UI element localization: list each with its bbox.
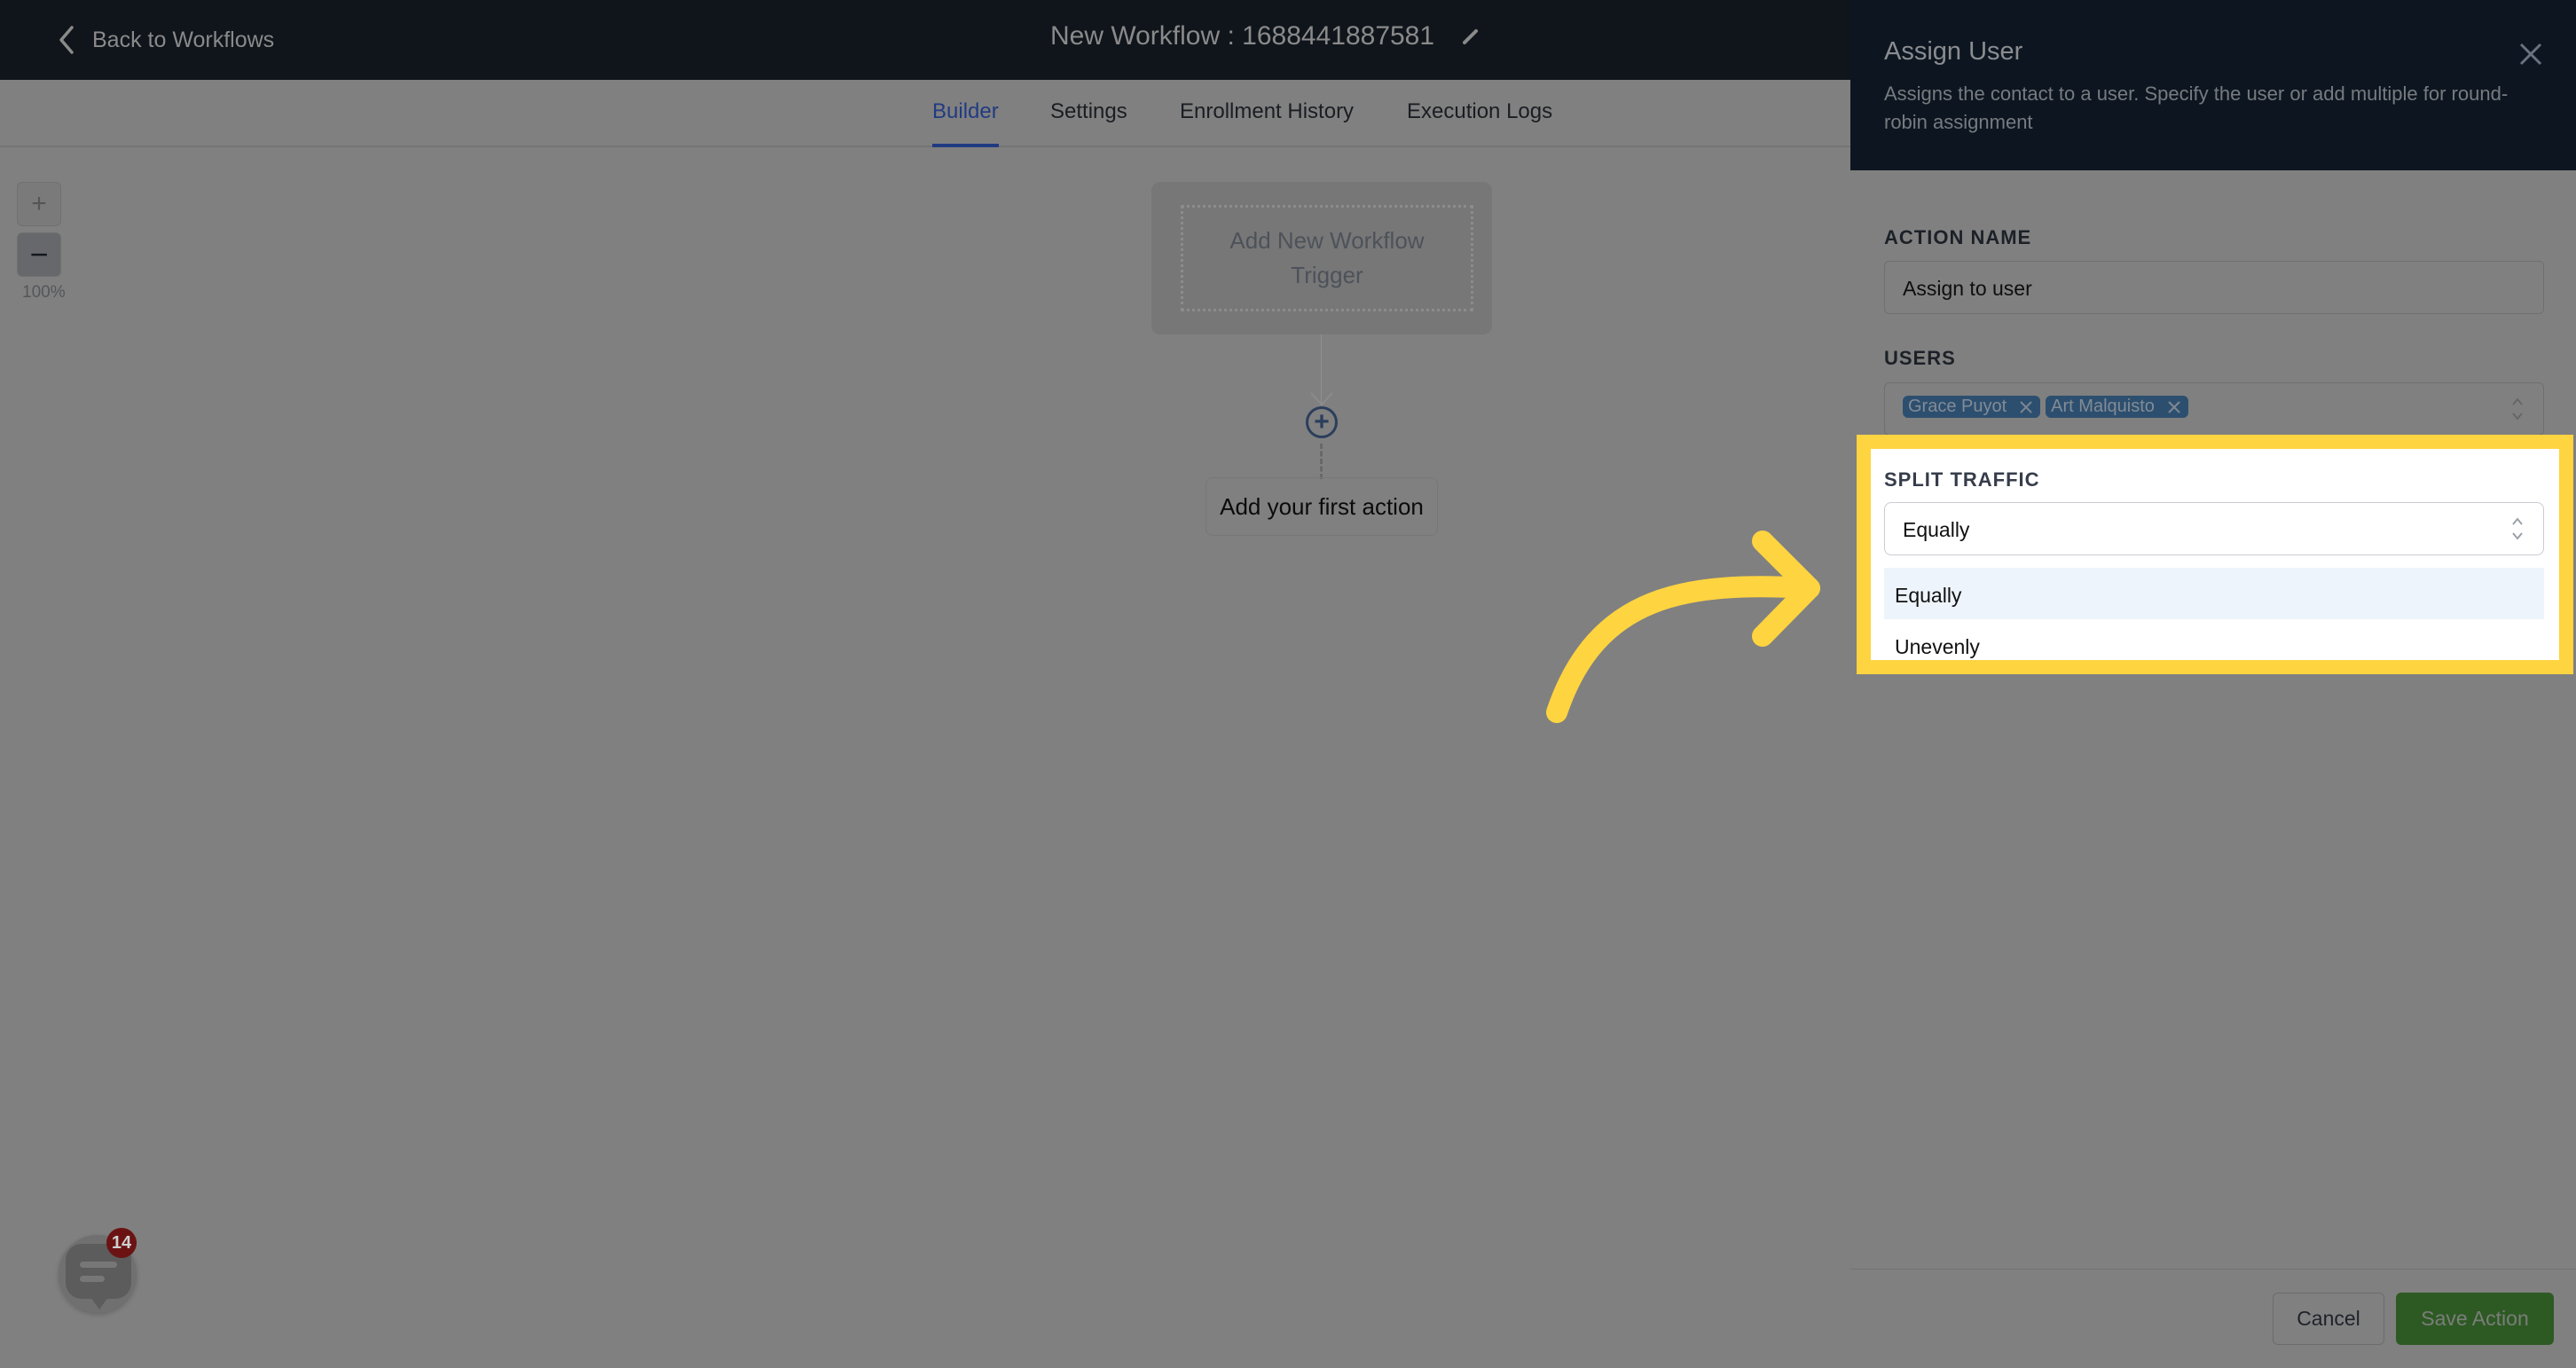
- back-label: Back to Workflows: [92, 27, 275, 52]
- back-to-workflows-link[interactable]: Back to Workflows: [57, 25, 274, 55]
- users-label: USERS: [1884, 347, 1956, 369]
- top-bar: Back to Workflows New Workflow : 1688441…: [0, 0, 1850, 80]
- user-chips: Grace Puyot Art Malquisto: [1903, 396, 2188, 418]
- action-name-label: ACTION NAME: [1884, 226, 2032, 248]
- user-chip: Grace Puyot: [1903, 396, 2041, 418]
- add-first-action-button[interactable]: Add your first action: [1206, 477, 1438, 536]
- zoom-out-button[interactable]: −: [17, 232, 61, 277]
- split-traffic-select[interactable]: Equally: [1884, 502, 2544, 555]
- footer-divider: [1850, 1269, 2576, 1270]
- close-icon[interactable]: [2517, 41, 2544, 67]
- add-action-plus-icon[interactable]: +: [1306, 406, 1338, 438]
- trigger-node: Add New Workflow Trigger: [1151, 182, 1492, 334]
- option-equally[interactable]: Equally: [1884, 568, 2544, 619]
- zoom-level: 100%: [22, 283, 66, 302]
- chevron-up-down-icon: [2512, 397, 2523, 421]
- panel-header: Assign User Assigns the contact to a use…: [1850, 0, 2576, 170]
- user-chip: Art Malquisto: [2046, 396, 2188, 418]
- split-traffic-options: Equally Unevenly: [1884, 568, 2544, 671]
- tab-enrollment-history[interactable]: Enrollment History: [1180, 99, 1354, 124]
- option-unevenly[interactable]: Unevenly: [1884, 619, 2544, 671]
- workflow-title: New Workflow : 1688441887581: [1050, 21, 1480, 51]
- annotation-arrow-icon: [1546, 531, 1820, 723]
- save-action-button[interactable]: Save Action: [2396, 1293, 2554, 1345]
- pencil-icon[interactable]: [1461, 27, 1480, 46]
- zoom-in-button[interactable]: +: [17, 182, 61, 226]
- zoom-controls: + − 100%: [17, 182, 66, 303]
- remove-user-icon[interactable]: [2019, 400, 2033, 414]
- tab-builder[interactable]: Builder: [932, 99, 999, 147]
- split-traffic-value: Equally: [1903, 518, 1970, 541]
- cancel-button[interactable]: Cancel: [2273, 1293, 2384, 1345]
- assign-user-panel: Assign User Assigns the contact to a use…: [1850, 0, 2576, 1368]
- add-trigger-label: Add New Workflow Trigger: [1229, 227, 1425, 288]
- add-trigger-button[interactable]: Add New Workflow Trigger: [1181, 205, 1473, 311]
- connector-arrowhead-icon: [1310, 392, 1333, 406]
- dashed-connector: [1320, 444, 1323, 479]
- remove-user-icon[interactable]: [2167, 400, 2181, 414]
- action-name-value: Assign to user: [1903, 277, 2032, 300]
- tab-execution-logs[interactable]: Execution Logs: [1407, 99, 1552, 124]
- panel-title: Assign User: [1884, 37, 2023, 66]
- split-traffic-label: SPLIT TRAFFIC: [1884, 468, 2040, 491]
- workflow-title-text: New Workflow : 1688441887581: [1050, 21, 1435, 51]
- split-traffic-section: SPLIT TRAFFIC Equally Equally Unevenly: [1857, 435, 2573, 674]
- tab-settings[interactable]: Settings: [1050, 99, 1127, 124]
- users-multiselect[interactable]: Grace Puyot Art Malquisto: [1884, 382, 2544, 436]
- action-name-input[interactable]: Assign to user: [1884, 261, 2544, 314]
- user-chip-label: Art Malquisto: [2051, 397, 2155, 416]
- user-chip-label: Grace Puyot: [1908, 397, 2007, 416]
- panel-description: Assigns the contact to a user. Specify t…: [1884, 83, 2509, 133]
- chevron-left-icon: [59, 26, 74, 54]
- chevron-up-down-icon: [2512, 517, 2523, 540]
- notification-badge: 14: [106, 1228, 137, 1258]
- tab-bar: Builder Settings Enrollment History Exec…: [0, 80, 1850, 147]
